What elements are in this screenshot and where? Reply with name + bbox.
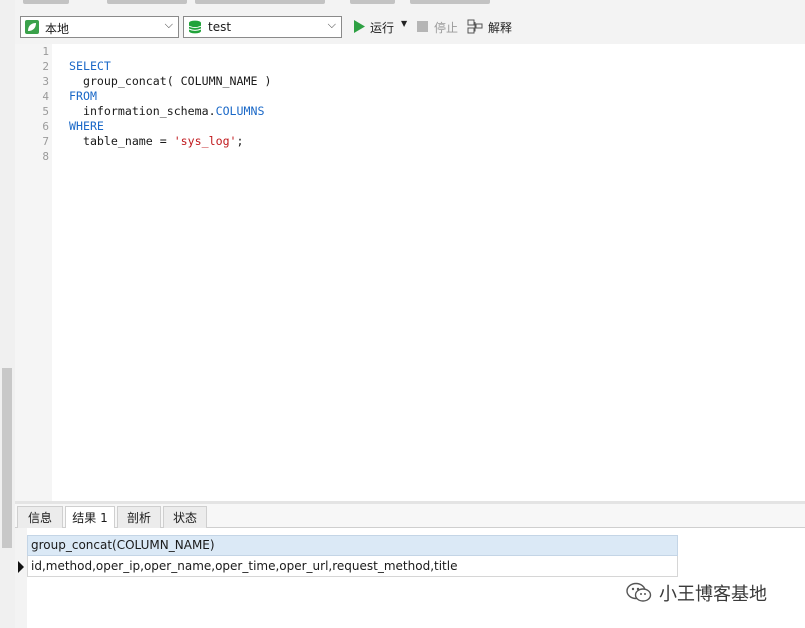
code-line: group_concat( COLUMN_NAME ) (69, 74, 272, 88)
explain-button[interactable]: 解释 (467, 19, 519, 37)
stop-label: 停止 (434, 21, 459, 35)
connection-select-value: 本地 (45, 22, 70, 36)
run-dropdown-arrow-icon[interactable]: ▼ (401, 19, 407, 28)
table-cell[interactable]: id,method,oper_ip,oper_name,oper_time,op… (27, 556, 678, 577)
code-line: FROM (69, 89, 97, 103)
database-select-value: test (208, 20, 232, 34)
code-text: ; (236, 134, 244, 148)
line-number: 8 (42, 150, 49, 163)
left-scrollbar-thumb[interactable] (2, 368, 12, 548)
result-grid: group_concat(COLUMN_NAME) id,method,oper… (15, 528, 805, 628)
sql-string: 'sys_log' (173, 134, 237, 148)
sql-keyword: WHERE (69, 119, 104, 133)
chevron-down-icon: ⌵ (164, 18, 173, 31)
stop-square-icon (417, 21, 428, 32)
tab-result-1[interactable]: 结果 1 (65, 506, 115, 529)
watermark-text: 小王博客基地 (659, 584, 767, 605)
line-number: 5 (42, 105, 49, 118)
database-select[interactable]: test ⌵ (183, 16, 342, 38)
sql-editor[interactable]: 1 2 3 4 5 6 7 8 SELECT group_concat( COL… (15, 44, 805, 502)
top-toolbar-cut-off (15, 0, 805, 8)
code-line: information_schema.COLUMNS (69, 104, 265, 118)
row-indicator-column (15, 528, 27, 628)
sql-keyword: FROM (69, 89, 97, 103)
result-tabs: 信息 结果 1 剖析 状态 (15, 504, 805, 529)
line-number: 2 (42, 60, 49, 73)
wechat-icon (626, 582, 652, 602)
connection-select[interactable]: 本地 ⌵ (20, 16, 179, 38)
line-number-gutter: 1 2 3 4 5 6 7 8 (15, 44, 52, 502)
tab-profile[interactable]: 剖析 (117, 506, 161, 528)
line-number: 1 (42, 45, 49, 58)
code-line: table_name = 'sys_log'; (69, 134, 244, 148)
sql-identifier: COLUMNS (215, 104, 265, 118)
run-button[interactable]: 运行 ▼ (351, 19, 411, 37)
column-header[interactable]: group_concat(COLUMN_NAME) (27, 535, 678, 556)
query-toolbar: 本地 ⌵ test ⌵ 运行 ▼ 停止 解释 (15, 8, 805, 44)
database-icon (188, 20, 202, 34)
run-play-icon (354, 20, 365, 33)
connection-leaf-icon (25, 20, 39, 34)
code-line: SELECT (69, 59, 111, 73)
code-line: WHERE (69, 119, 104, 133)
explain-icon (467, 19, 483, 34)
run-label: 运行 (370, 21, 395, 35)
code-text: table_name = (69, 134, 174, 148)
line-number: 3 (42, 75, 49, 88)
watermark: 小王博客基地 (625, 581, 767, 605)
stop-button[interactable]: 停止 (417, 19, 465, 37)
left-panel-edge (0, 0, 15, 628)
current-row-arrow-icon (18, 561, 24, 573)
sql-keyword: SELECT (69, 59, 111, 73)
line-number: 4 (42, 90, 49, 103)
explain-label: 解释 (488, 21, 513, 35)
chevron-down-icon: ⌵ (327, 18, 336, 31)
tab-info[interactable]: 信息 (17, 506, 63, 528)
line-number: 7 (42, 135, 49, 148)
code-text: information_schema. (69, 104, 216, 118)
line-number: 6 (42, 120, 49, 133)
tab-status[interactable]: 状态 (163, 506, 207, 528)
